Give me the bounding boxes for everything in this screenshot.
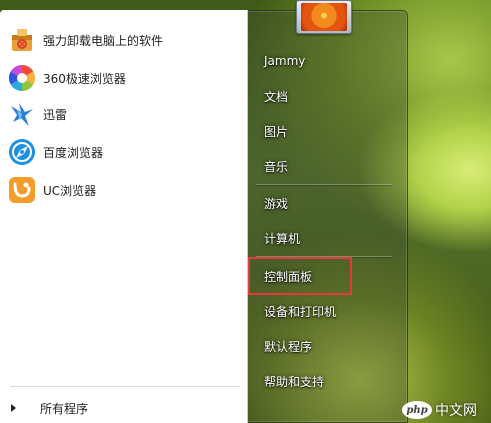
program-item-360-browser[interactable]: 360极速浏览器 — [2, 60, 246, 96]
right-link-pictures[interactable]: 图片 — [249, 117, 394, 145]
baidu-browser-icon — [7, 137, 37, 167]
right-link-devices-printers[interactable]: 设备和打印机 — [249, 297, 394, 325]
watermark: php 中文网 — [402, 399, 477, 421]
right-link-user[interactable]: Jammy — [249, 47, 394, 75]
all-programs-divider — [10, 386, 240, 387]
uninstaller-icon — [7, 25, 37, 55]
all-programs-label: 所有程序 — [40, 401, 89, 416]
program-label: 强力卸载电脑上的软件 — [43, 33, 164, 48]
program-item-thunder[interactable]: 迅雷 — [2, 96, 246, 132]
watermark-badge: php — [402, 401, 432, 419]
program-item-uc-browser[interactable]: UC浏览器 — [2, 172, 246, 208]
start-menu-left-pane: 强力卸载电脑上的软件 360极速浏览器 迅雷 百度浏览器 UC浏览器 所有程序 — [0, 10, 248, 423]
control-panel-highlight — [248, 257, 352, 295]
360-browser-icon — [7, 63, 37, 93]
program-item-uninstaller[interactable]: 强力卸载电脑上的软件 — [2, 22, 246, 58]
program-label: 百度浏览器 — [43, 145, 104, 160]
watermark-text: 中文网 — [435, 403, 477, 419]
program-label: UC浏览器 — [43, 183, 97, 198]
all-programs-button[interactable]: 所有程序 — [2, 398, 246, 418]
expand-arrow-icon — [11, 404, 16, 412]
user-avatar — [301, 3, 347, 31]
right-link-documents[interactable]: 文档 — [249, 82, 394, 110]
right-link-help-support[interactable]: 帮助和支持 — [249, 367, 394, 395]
user-picture-frame[interactable] — [296, 0, 352, 34]
program-label: 360极速浏览器 — [43, 71, 126, 86]
right-separator — [256, 184, 392, 185]
right-link-music[interactable]: 音乐 — [249, 152, 394, 180]
right-link-default-programs[interactable]: 默认程序 — [249, 332, 394, 360]
right-link-computer[interactable]: 计算机 — [249, 224, 394, 252]
program-label: 迅雷 — [43, 107, 68, 122]
right-link-games[interactable]: 游戏 — [249, 189, 394, 217]
uc-browser-icon — [7, 175, 37, 205]
program-item-baidu-browser[interactable]: 百度浏览器 — [2, 134, 246, 170]
thunder-icon — [7, 99, 37, 129]
